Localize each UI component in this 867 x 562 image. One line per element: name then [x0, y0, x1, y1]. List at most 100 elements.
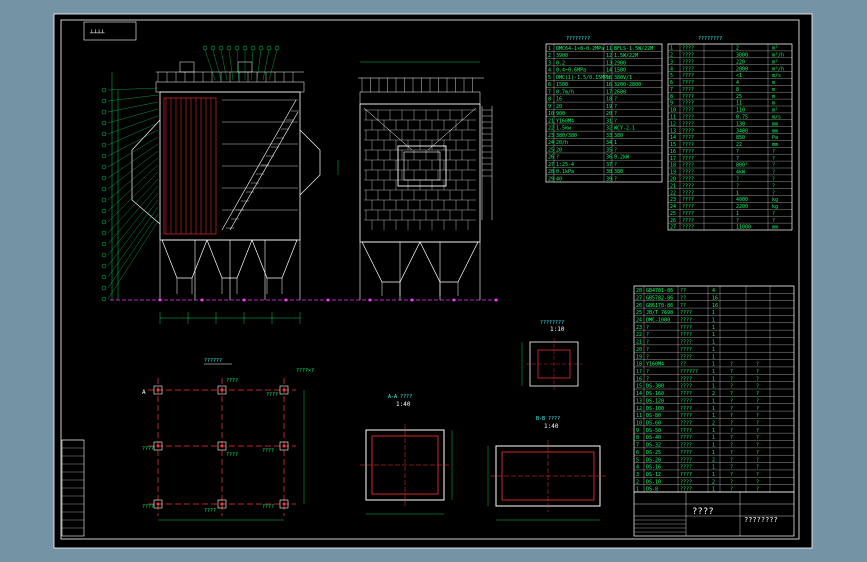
parts-list: 28 GB4701-86?? 427 GB5782-86?? 1626 GB6170-86… [633, 285, 795, 493]
param-cell-val: 220 [736, 59, 745, 65]
param-cell-val: ? [736, 183, 739, 189]
anchor-bolt [452, 298, 456, 302]
parts-name: ???? [680, 420, 692, 426]
parts-qty: 1 [712, 376, 715, 382]
plan-title: ?????? [204, 358, 222, 364]
leader-line-top [268, 49, 278, 81]
param-cell-name: ???? [682, 183, 694, 189]
revision-strip [61, 439, 85, 537]
parts-no: 12 [636, 406, 642, 412]
parts-name: ???? [680, 347, 692, 353]
param-cell-val: 11000 [736, 225, 751, 231]
param-cell-name: ???? [682, 135, 694, 141]
param-cell-val2: ? [614, 147, 617, 153]
param-cell-no2: 13 [606, 60, 612, 66]
parts-name: ???? [680, 406, 692, 412]
outlet-duct-right [299, 129, 321, 196]
param-cell-val2: 1500 [614, 68, 626, 74]
param-cell-no: 26 [670, 218, 676, 224]
parts-code: DS-100 [646, 406, 664, 412]
parts-code: DS-20 [646, 457, 661, 463]
leader-line [107, 87, 159, 91]
parts-name: ???? [680, 413, 692, 419]
parts-no: 17 [636, 369, 642, 375]
section-b-scale: 1:40 [544, 423, 559, 430]
param-cell-name: ???? [682, 170, 694, 176]
param-cell-no2: 12 [606, 53, 612, 59]
parts-name: ???? [680, 391, 692, 397]
param-cell-val: 1 [736, 190, 739, 196]
leader-line-top [212, 49, 222, 81]
parts-code: DS-10 [646, 479, 661, 485]
leader-line-top [204, 49, 216, 81]
param-cell-no2: 16 [606, 82, 612, 88]
parts-no: 26 [636, 303, 642, 309]
title-block: ???????????? [633, 491, 795, 537]
leader-line [107, 185, 159, 245]
param-cell-no: 7 [548, 89, 551, 95]
leader-line-top [256, 49, 262, 81]
param-cell-name: ???? [682, 128, 694, 134]
param-cell-name: ???? [682, 225, 694, 231]
parts-mat: ? [730, 369, 733, 375]
plan-label: ???? [262, 504, 274, 510]
param-cell-unit: m/s [772, 114, 781, 120]
param-cell-val: ? [736, 149, 739, 155]
parts-qty: 16 [712, 303, 718, 309]
anchor-hole [220, 388, 224, 392]
plan-label: ???? [226, 378, 238, 384]
leader-line [107, 101, 159, 113]
drawing-viewport[interactable]: ┴┴┴┴???????? 1 DMC64-1×8-0.2MPa 11 BFLS-1.5W… [0, 0, 867, 562]
balloon-top [202, 45, 208, 51]
param-cell-val: <1 [736, 73, 742, 79]
param-cell-val2: ? [614, 111, 617, 117]
param-cell-val2: ? [614, 177, 617, 183]
param-cell-name: ???? [682, 149, 694, 155]
parts-qty: 1 [712, 340, 715, 346]
parts-no: 24 [636, 317, 642, 323]
detail-view: ????????1:10 [521, 320, 582, 390]
parts-qty: 1 [712, 325, 715, 331]
balloon [101, 87, 107, 93]
filter-bag-box [163, 97, 217, 235]
param-cell-val2: 1 [614, 140, 617, 146]
param-cell-no: 22 [670, 190, 676, 196]
param-cell-no: 1 [548, 46, 551, 52]
param-cell-no: 10 [670, 108, 676, 114]
balloon [101, 153, 107, 159]
parts-name: ???? [680, 325, 692, 331]
param-cell-val: 11 [736, 101, 742, 107]
balloon-top [218, 45, 224, 51]
param-cell-name: ???? [682, 46, 694, 52]
parts-code: DS-12 [646, 472, 661, 478]
plan-label: ???? [226, 452, 238, 458]
parts-mat: ? [730, 391, 733, 397]
param-cell-val2: 380 [614, 169, 623, 175]
param-cell-unit: mm [772, 128, 778, 134]
leader-line [107, 192, 159, 256]
leader-line [107, 164, 159, 212]
parts-qty: 1 [712, 362, 715, 368]
parts-no: 13 [636, 398, 642, 404]
anchor-hole [282, 444, 286, 448]
parts-qty: 2 [712, 420, 715, 426]
parts-mat: ? [730, 443, 733, 449]
parts-note: ? [756, 443, 759, 449]
balloon [101, 241, 107, 247]
anchor-hole [220, 444, 224, 448]
balloon-top [234, 45, 240, 51]
parts-qty: 1 [712, 435, 715, 441]
param-cell-no: 15 [670, 142, 676, 148]
param-table-right: ????????1???? 2 m²2???? 3000 m³/h3???? 220 m²4… [667, 36, 793, 231]
param-cell-no: 5 [670, 73, 673, 79]
plan-note: ????×? [296, 368, 314, 374]
parts-mat: ? [730, 406, 733, 412]
param-cell-no: 14 [670, 135, 676, 141]
leader-line-top [250, 49, 254, 81]
parts-no: 25 [636, 310, 642, 316]
view-tabs-label: ┴┴┴┴ [89, 29, 105, 37]
param-cell-unit: m [772, 101, 775, 107]
param-cell-val: ? [736, 218, 739, 224]
balloon [101, 131, 107, 137]
param-cell-val: DMC(1)-1.5/0.15MPa [556, 75, 610, 81]
